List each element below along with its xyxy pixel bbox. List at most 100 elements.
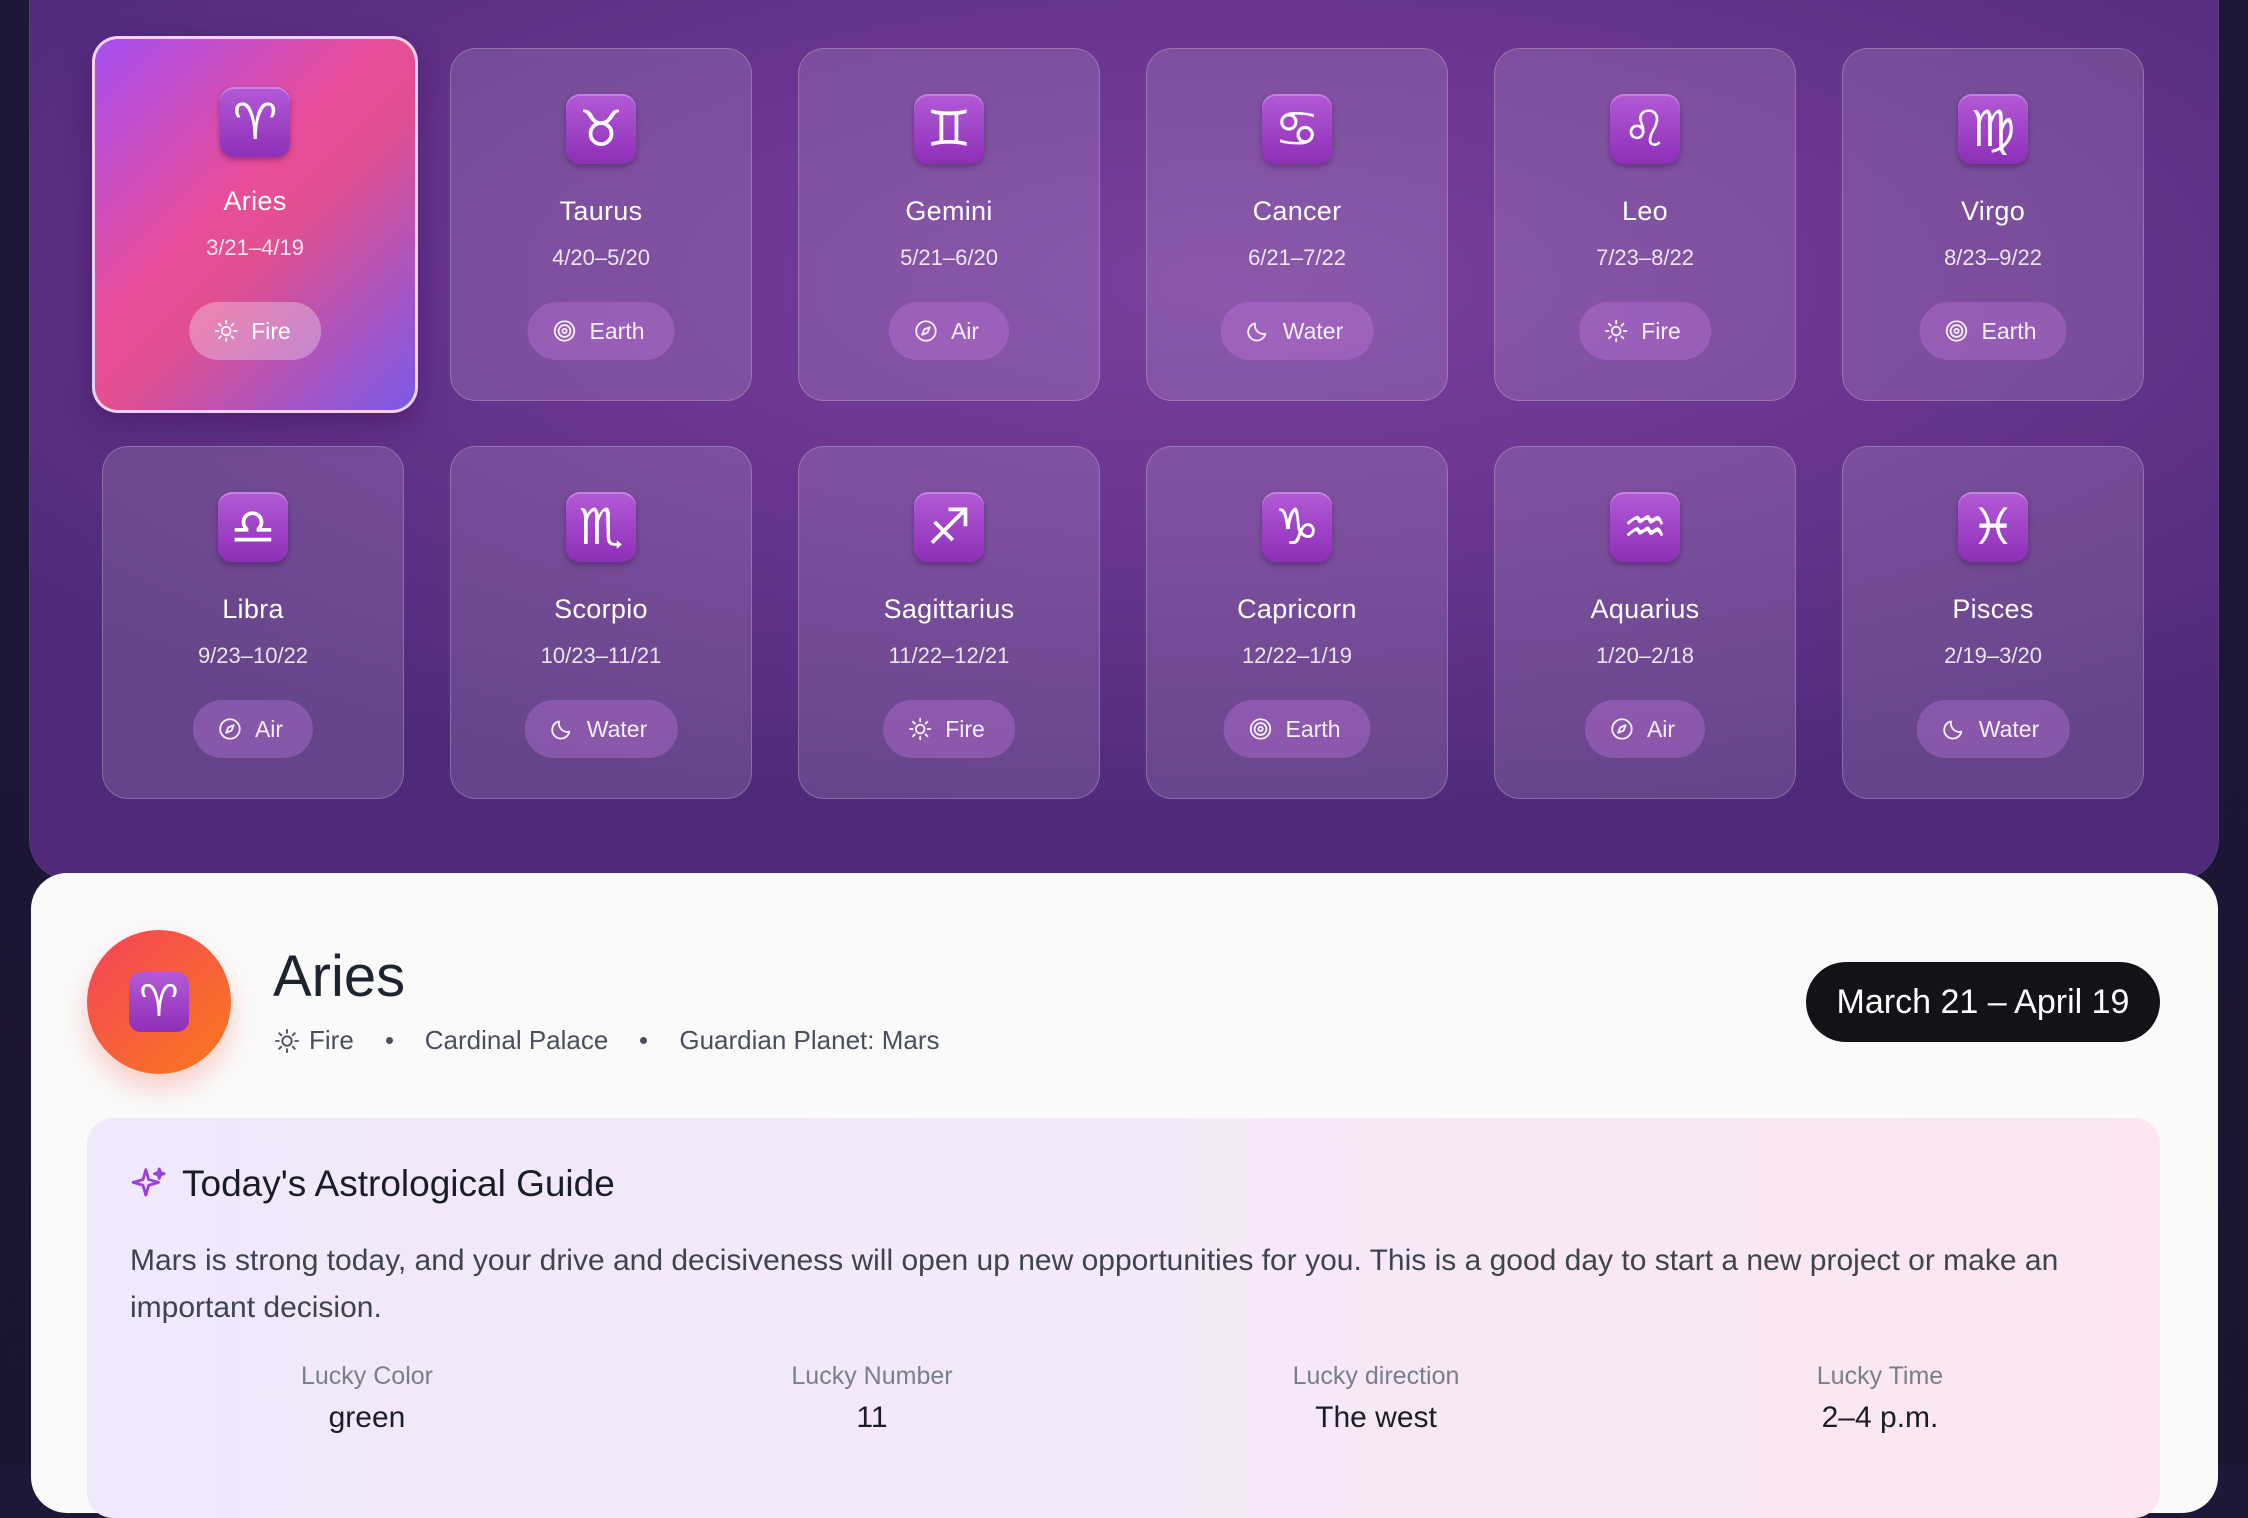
- element-badge: Air: [1584, 700, 1706, 758]
- sign-name: Capricorn: [1237, 594, 1357, 624]
- sign-name: Cancer: [1252, 196, 1342, 226]
- sun-icon: [214, 319, 238, 343]
- element-badge: Air: [888, 302, 1010, 360]
- element-label: Fire: [1641, 318, 1681, 344]
- element-label: Fire: [251, 318, 291, 344]
- aries-symbol: ♈: [129, 972, 189, 1032]
- sagittarius-symbol-icon: ♐: [914, 492, 984, 562]
- element-label: Air: [254, 716, 284, 742]
- sign-dates: 5/21–6/20: [900, 245, 998, 270]
- lucky-label: Lucky Time: [1816, 1362, 1944, 1390]
- compass-icon: [1611, 718, 1633, 740]
- element-badge: Earth: [1223, 700, 1371, 758]
- detail-meta: Fire Cardinal Palace Guardian Planet: Ma…: [273, 1025, 939, 1056]
- separator-dot: [640, 1037, 648, 1044]
- moon-icon: [1943, 720, 1963, 740]
- lucky-number: Lucky Number 11: [722, 1362, 1022, 1435]
- zodiac-card-aries[interactable]: ♈ Aries 3/21–4/19 Fire: [92, 36, 418, 413]
- zodiac-card-capricorn[interactable]: ♑ Capricorn 12/22–1/19 Earth: [1146, 446, 1448, 799]
- zodiac-card-sagittarius[interactable]: ♐ Sagittarius 11/22–12/21 Fire: [798, 446, 1100, 799]
- sign-dates: 11/22–12/21: [888, 643, 1010, 668]
- date-range-badge: March 21 – April 19: [1806, 962, 2160, 1042]
- capricorn-symbol-icon: ♑: [1262, 492, 1332, 562]
- element-badge: Earth: [1919, 302, 2067, 360]
- guide-text: Mars is strong today, and your drive and…: [130, 1244, 2059, 1324]
- lucky-label: Lucky Color: [301, 1362, 433, 1390]
- element-label: Earth: [1285, 716, 1341, 742]
- sign-dates: 8/23–9/22: [1944, 245, 2042, 270]
- zodiac-card-pisces[interactable]: ♓ Pisces 2/19–3/20 Water: [1842, 446, 2144, 799]
- lucky-value: 11: [856, 1401, 888, 1434]
- element-badge: Fire: [883, 700, 1015, 758]
- aries-sign-icon: ♈: [87, 930, 231, 1074]
- separator-dot: [385, 1037, 393, 1044]
- libra-symbol-icon: ♎: [218, 492, 288, 562]
- sign-name: Sagittarius: [883, 594, 1015, 624]
- sparkle-icon: [131, 1167, 166, 1197]
- target-icon: [1945, 320, 1968, 342]
- zodiac-card-taurus[interactable]: ♉ Taurus 4/20–5/20 Earth: [450, 48, 752, 401]
- cancer-symbol-icon: ♋: [1262, 94, 1332, 164]
- detail-planet: Guardian Planet: Mars: [679, 1025, 940, 1055]
- zodiac-card-scorpio[interactable]: ♏ Scorpio 10/23–11/21 Water: [450, 446, 752, 799]
- lucky-value: 2–4 p.m.: [1821, 1401, 1939, 1434]
- target-icon: [553, 320, 576, 342]
- element-badge: Fire: [189, 302, 321, 360]
- sign-dates: 3/21–4/19: [206, 235, 304, 260]
- lucky-value: The west: [1315, 1401, 1437, 1434]
- scorpio-symbol-icon: ♏: [566, 492, 636, 562]
- detail-palace: Cardinal Palace: [424, 1025, 609, 1055]
- lucky-direction: Lucky direction The west: [1226, 1362, 1526, 1435]
- target-icon: [1249, 718, 1272, 740]
- detail-title: Aries: [273, 944, 406, 1009]
- moon-icon: [551, 720, 571, 740]
- element-label: Earth: [589, 318, 645, 344]
- aries-symbol-icon: ♈: [220, 87, 290, 157]
- element-badge: Water: [524, 700, 678, 758]
- zodiac-card-virgo[interactable]: ♍ Virgo 8/23–9/22 Earth: [1842, 48, 2144, 401]
- lucky-color: Lucky Color green: [217, 1362, 517, 1435]
- sign-name: Aries: [223, 186, 287, 216]
- zodiac-card-cancer[interactable]: ♋ Cancer 6/21–7/22 Water: [1146, 48, 1448, 401]
- zodiac-card-aquarius[interactable]: ♒ Aquarius 1/20–2/18 Air: [1494, 446, 1796, 799]
- leo-symbol-icon: ♌: [1610, 94, 1680, 164]
- moon-icon: [1247, 322, 1267, 342]
- zodiac-card-leo[interactable]: ♌ Leo 7/23–8/22 Fire: [1494, 48, 1796, 401]
- taurus-symbol-icon: ♉: [566, 94, 636, 164]
- lucky-time: Lucky Time 2–4 p.m.: [1730, 1362, 2030, 1435]
- sign-name: Pisces: [1952, 594, 2034, 624]
- pisces-symbol-icon: ♓: [1958, 492, 2028, 562]
- compass-icon: [219, 718, 241, 740]
- sign-name: Virgo: [1960, 196, 2026, 226]
- lucky-value: green: [328, 1401, 406, 1434]
- aquarius-symbol-icon: ♒: [1610, 492, 1680, 562]
- element-badge: Earth: [527, 302, 675, 360]
- sun-icon: [908, 717, 932, 741]
- sign-dates: 7/23–8/22: [1596, 245, 1694, 270]
- sign-name: Taurus: [559, 196, 643, 226]
- sign-name: Libra: [222, 594, 284, 624]
- sign-dates: 12/22–1/19: [1241, 643, 1353, 668]
- guide-title: Today's Astrological Guide: [182, 1163, 615, 1204]
- zodiac-card-gemini[interactable]: ♊ Gemini 5/21–6/20 Air: [798, 48, 1100, 401]
- virgo-symbol-icon: ♍: [1958, 94, 2028, 164]
- guide-heading: Today's Astrological Guide: [130, 1163, 615, 1205]
- element-badge: Air: [192, 700, 314, 758]
- sign-dates: 9/23–10/22: [197, 643, 309, 668]
- sign-name: Gemini: [905, 196, 993, 226]
- zodiac-grid: ♈ Aries 3/21–4/19 Fire ♉ Taurus 4/20–5/20 Earth…: [0, 0, 2248, 880]
- element-label: Fire: [945, 716, 985, 742]
- sun-icon: [1604, 319, 1628, 343]
- sign-dates: 1/20–2/18: [1596, 643, 1694, 668]
- compass-icon: [915, 320, 937, 342]
- sun-icon: [274, 1028, 300, 1053]
- element-label: Air: [950, 318, 980, 344]
- element-label: Water: [586, 716, 648, 742]
- element-label: Air: [1646, 716, 1676, 742]
- element-label: Earth: [1981, 318, 2037, 344]
- sign-dates: 4/20–5/20: [552, 245, 650, 270]
- sign-name: Leo: [1622, 196, 1668, 226]
- sign-name: Aquarius: [1590, 594, 1700, 624]
- zodiac-card-libra[interactable]: ♎ Libra 9/23–10/22 Air: [102, 446, 404, 799]
- lucky-label: Lucky Number: [791, 1362, 953, 1390]
